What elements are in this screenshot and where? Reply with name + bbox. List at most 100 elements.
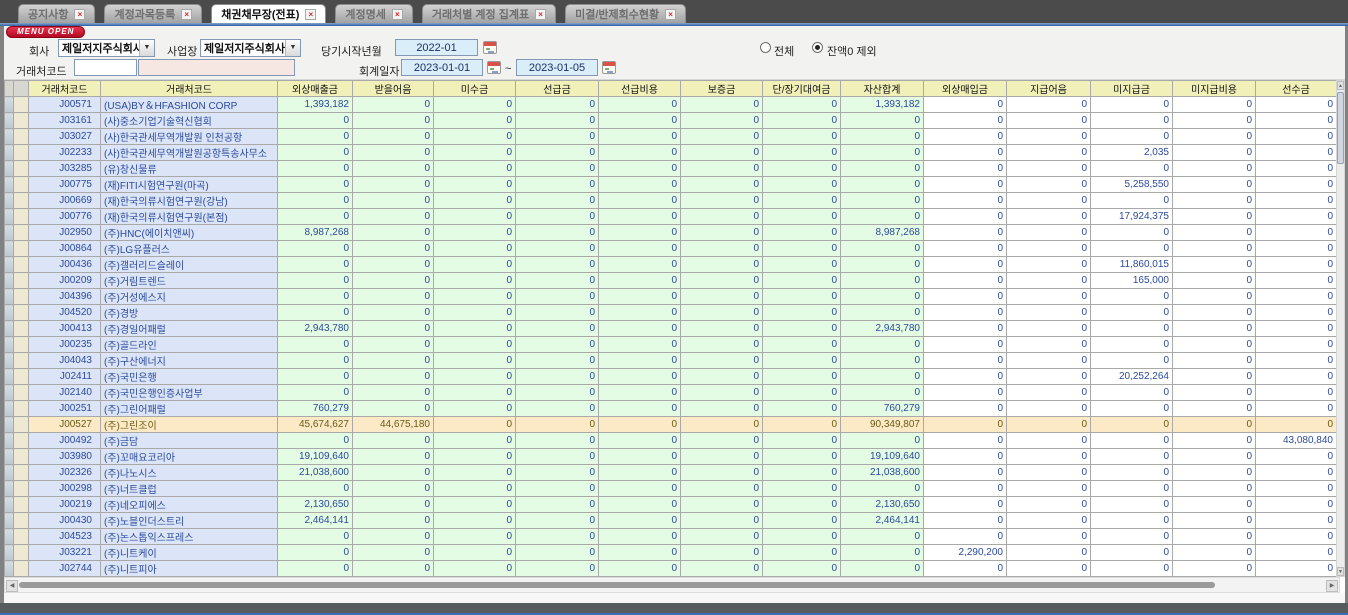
cell[interactable]: 0 [434, 433, 516, 449]
cell[interactable]: 0 [924, 513, 1007, 529]
cell[interactable]: 0 [516, 177, 599, 193]
cell[interactable]: 0 [1173, 433, 1256, 449]
cell[interactable] [5, 369, 14, 385]
cell[interactable] [14, 113, 29, 129]
cell[interactable]: 0 [599, 321, 681, 337]
cell[interactable]: 0 [763, 385, 841, 401]
cell[interactable]: 0 [1007, 97, 1091, 113]
table-row[interactable]: J00436(주)갤러리드슬레이000000000011,860,01500 [5, 257, 1337, 273]
cell[interactable] [5, 385, 14, 401]
cell[interactable]: 0 [681, 529, 763, 545]
cell[interactable]: 0 [516, 113, 599, 129]
scroll-down-icon[interactable]: ▼ [1337, 567, 1344, 576]
cell[interactable]: 0 [1256, 129, 1337, 145]
cell[interactable]: 0 [353, 273, 434, 289]
table-row[interactable]: J00235(주)골드라인0000000000000 [5, 337, 1337, 353]
radio-nonzero-label[interactable]: 잔액0 제외 [827, 43, 877, 59]
cell[interactable] [5, 129, 14, 145]
vendor-name-cell[interactable]: (주)니트케이 [101, 545, 278, 561]
table-row[interactable]: J04043(주)구산에너지0000000000000 [5, 353, 1337, 369]
cell[interactable]: 0 [681, 209, 763, 225]
cell[interactable]: 0 [353, 369, 434, 385]
table-row[interactable]: J03285(유)창신물류0000000000000 [5, 161, 1337, 177]
cell[interactable]: 0 [763, 193, 841, 209]
cell[interactable]: 0 [353, 545, 434, 561]
table-row[interactable]: J00571(USA)BY＆HFASHION CORP1,393,1820000… [5, 97, 1337, 113]
cell[interactable]: 0 [841, 305, 924, 321]
cell[interactable]: 0 [434, 225, 516, 241]
cell[interactable]: 0 [681, 145, 763, 161]
vendor-code-cell[interactable]: J02326 [29, 465, 101, 481]
cell[interactable]: 0 [924, 449, 1007, 465]
cell[interactable]: 0 [516, 337, 599, 353]
table-row[interactable]: J00776(재)한국의류시험연구원(본점)000000000017,924,3… [5, 209, 1337, 225]
cell[interactable]: 0 [516, 369, 599, 385]
vendor-code-cell[interactable]: J00436 [29, 257, 101, 273]
cell[interactable]: 20,252,264 [1091, 369, 1173, 385]
cell[interactable]: 0 [1173, 497, 1256, 513]
cell[interactable] [14, 369, 29, 385]
close-icon[interactable]: × [305, 9, 316, 20]
cell[interactable]: 0 [1007, 289, 1091, 305]
cell[interactable]: 0 [353, 337, 434, 353]
vendor-code-cell[interactable]: J00669 [29, 193, 101, 209]
cell[interactable]: 0 [924, 241, 1007, 257]
cell[interactable]: 165,000 [1091, 273, 1173, 289]
cell[interactable]: 0 [1007, 465, 1091, 481]
vendor-code-cell[interactable]: J00209 [29, 273, 101, 289]
cell[interactable]: 0 [599, 177, 681, 193]
cell[interactable]: 0 [353, 529, 434, 545]
cell[interactable]: 0 [763, 513, 841, 529]
vendor-name-input[interactable] [138, 59, 295, 76]
cell[interactable]: 0 [599, 385, 681, 401]
cell[interactable]: 0 [599, 465, 681, 481]
cell[interactable]: 0 [353, 113, 434, 129]
cell[interactable]: 0 [516, 529, 599, 545]
vendor-name-cell[interactable]: (주)꼬매요코리아 [101, 449, 278, 465]
cell[interactable]: 0 [841, 177, 924, 193]
cell[interactable]: 0 [763, 561, 841, 577]
vendor-name-cell[interactable]: (USA)BY＆HFASHION CORP [101, 97, 278, 113]
cell[interactable]: 0 [1173, 465, 1256, 481]
table-row[interactable]: J02744(주)니트피아0000000000000 [5, 561, 1337, 577]
cell[interactable] [14, 337, 29, 353]
vendor-code-cell[interactable]: J00235 [29, 337, 101, 353]
cell[interactable]: 17,924,375 [1091, 209, 1173, 225]
vendor-code-cell[interactable]: J02233 [29, 145, 101, 161]
cell[interactable]: 0 [763, 433, 841, 449]
cell[interactable]: 0 [1256, 145, 1337, 161]
cell[interactable]: 0 [516, 289, 599, 305]
horizontal-scroll-thumb[interactable] [19, 582, 1215, 588]
vendor-code-cell[interactable]: J04520 [29, 305, 101, 321]
table-row[interactable]: J02326(주)나노시스21,038,60000000021,038,6000… [5, 465, 1337, 481]
cell[interactable]: 0 [434, 401, 516, 417]
cell[interactable]: 0 [841, 241, 924, 257]
cell[interactable] [14, 433, 29, 449]
cell[interactable]: 0 [434, 97, 516, 113]
vendor-code-cell[interactable]: J00251 [29, 401, 101, 417]
vendor-name-cell[interactable]: (주)네오피에스 [101, 497, 278, 513]
cell[interactable] [5, 449, 14, 465]
cell[interactable]: 0 [1173, 417, 1256, 433]
cell[interactable]: 0 [1091, 193, 1173, 209]
cell[interactable]: 0 [924, 321, 1007, 337]
cell[interactable]: 0 [353, 257, 434, 273]
cell[interactable]: 0 [1256, 113, 1337, 129]
calendar-icon[interactable] [487, 61, 501, 74]
cell[interactable]: 0 [1091, 129, 1173, 145]
cell[interactable]: 0 [681, 305, 763, 321]
cell[interactable]: 0 [841, 289, 924, 305]
cell[interactable]: 0 [1173, 449, 1256, 465]
cell[interactable]: 0 [599, 561, 681, 577]
cell[interactable] [5, 257, 14, 273]
vendor-code-cell[interactable]: J04396 [29, 289, 101, 305]
cell[interactable]: 0 [1173, 545, 1256, 561]
cell[interactable]: 0 [1007, 241, 1091, 257]
cell[interactable]: 0 [841, 545, 924, 561]
cell[interactable]: 0 [763, 241, 841, 257]
table-row[interactable]: J04396(주)거성에스지0000000000000 [5, 289, 1337, 305]
cell[interactable]: 0 [353, 161, 434, 177]
vendor-code-cell[interactable]: J02950 [29, 225, 101, 241]
cell[interactable]: 0 [599, 257, 681, 273]
cell[interactable]: 0 [1007, 161, 1091, 177]
